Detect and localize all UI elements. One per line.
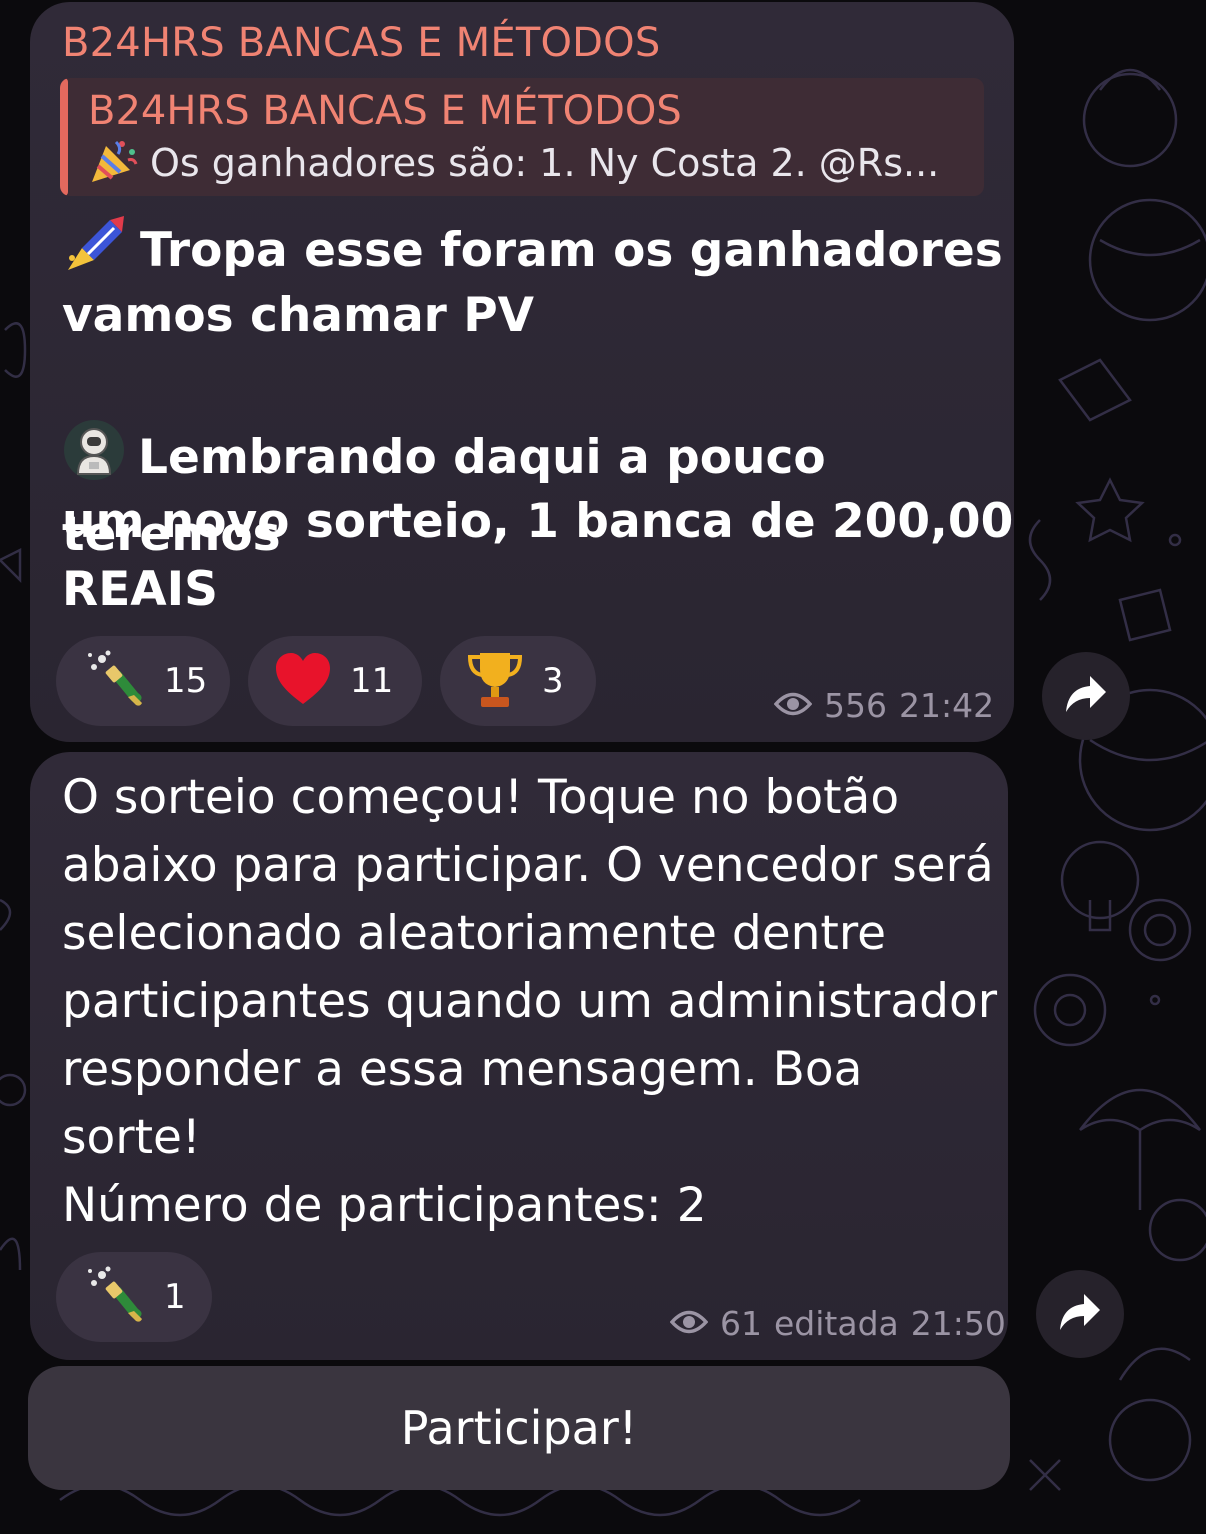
reaction-champagne[interactable]: 1 — [56, 1252, 212, 1342]
view-count: 556 — [824, 686, 887, 725]
message-line-4: participantes quando um administrador — [62, 974, 998, 1029]
message-line-5: REAIS — [62, 562, 219, 617]
forward-button[interactable] — [1036, 1270, 1124, 1358]
reaction-count: 11 — [350, 661, 394, 701]
message-line-1: Tropa esse foram os ganhadores — [140, 223, 1003, 278]
message-line-4: um novo sorteio, 1 banca de 200,00 — [62, 494, 1014, 549]
reaction-champagne[interactable]: 15 — [56, 636, 230, 726]
forward-arrow-icon — [1064, 674, 1108, 718]
reactions-bar: 1 — [56, 1252, 212, 1342]
reply-text: Os ganhadores são: 1. Ny Costa 2. @Rs... — [150, 141, 940, 185]
reaction-count: 1 — [164, 1277, 186, 1317]
reaction-trophy[interactable]: 3 — [440, 636, 596, 726]
party-popper-icon — [88, 138, 138, 193]
reactions-bar: 15 11 3 — [56, 636, 596, 726]
edited-label: editada — [774, 1304, 899, 1343]
sender-name[interactable]: B24HRS BANCAS E MÉTODOS — [62, 20, 660, 66]
champagne-icon — [82, 1263, 146, 1331]
reaction-heart[interactable]: 11 — [248, 636, 422, 726]
eye-icon — [773, 686, 813, 725]
view-count: 61 — [720, 1304, 762, 1343]
forward-button[interactable] — [1042, 652, 1130, 740]
eye-icon — [669, 1304, 709, 1343]
message-line-2: vamos chamar PV — [62, 288, 535, 343]
champagne-icon — [82, 647, 146, 715]
message-line-3: selecionado aleatoriamente dentre — [62, 906, 887, 961]
message-meta: 61 editada 21:50 — [669, 1304, 1006, 1343]
giveaway-message-bubble[interactable]: O sorteio começou! Toque no botão abaixo… — [30, 752, 1008, 1360]
reply-preview: Os ganhadores são: 1. Ny Costa 2. @Rs... — [88, 138, 939, 193]
reaction-count: 15 — [164, 661, 208, 701]
red-heart-icon — [274, 652, 332, 710]
message-time: 21:50 — [910, 1304, 1006, 1343]
channel-message-bubble[interactable]: B24HRS BANCAS E MÉTODOS B24HRS BANCAS E … — [30, 2, 1014, 742]
reply-accent-bar — [60, 78, 68, 196]
forward-arrow-icon — [1058, 1292, 1102, 1336]
reply-quote[interactable]: B24HRS BANCAS E MÉTODOS Os ganhadores sã… — [60, 78, 984, 196]
participants-count: Número de participantes: 2 — [62, 1178, 707, 1233]
participate-button[interactable]: Participar! — [28, 1366, 1010, 1490]
reaction-count: 3 — [542, 661, 564, 701]
message-time: 21:42 — [899, 686, 995, 725]
reply-sender: B24HRS BANCAS E MÉTODOS — [88, 88, 682, 134]
message-line-5: responder a essa mensagem. Boa sorte! — [62, 1042, 863, 1165]
trophy-icon — [466, 649, 524, 713]
message-line-2: abaixo para participar. O vencedor será — [62, 838, 994, 893]
message-meta: 556 21:42 — [773, 686, 995, 725]
message-line-1: O sorteio começou! Toque no botão — [62, 770, 900, 825]
